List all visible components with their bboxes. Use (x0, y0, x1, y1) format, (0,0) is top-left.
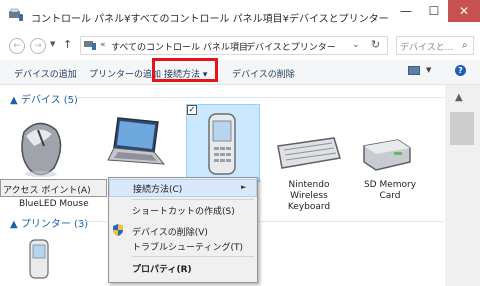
laptop-icon[interactable] (104, 114, 168, 172)
scroll-up-icon[interactable]: ▲ (455, 92, 463, 103)
devices-group-header[interactable]: ▲ デバイス (5) (10, 91, 78, 106)
scrollbar-thumb[interactable] (450, 112, 474, 145)
menu-item-connect-label: 接続方法(C) (133, 184, 183, 195)
add-printer-button[interactable]: プリンターの追加 (89, 67, 161, 80)
menu-item-troubleshoot[interactable]: トラブルシューティング(T) (109, 237, 257, 255)
menu-item-remove-device-label: デバイスの削除(V) (132, 227, 208, 238)
close-button[interactable]: ✕ (448, 0, 480, 22)
window-title: コントロール パネル¥すべてのコントロール パネル項目¥デバイスとプリンター (31, 14, 389, 25)
menu-item-create-shortcut-label: ショートカットの作成(S) (132, 206, 235, 217)
add-device-button[interactable]: デバイスの追加 (14, 67, 77, 80)
connect-highlight-box (152, 58, 218, 82)
breadcrumb-separator[interactable]: › (236, 40, 240, 50)
menu-item-properties[interactable]: プロパティ(R) (109, 259, 257, 277)
printers-group-header[interactable]: ▲ プリンター (3) (10, 215, 88, 230)
remove-device-button[interactable]: デバイスの削除 (232, 67, 295, 80)
help-icon[interactable]: ? (455, 65, 466, 76)
breadcrumb-overflow[interactable]: « (100, 40, 106, 50)
menu-separator (132, 199, 254, 200)
search-placeholder: デバイスと... (400, 43, 454, 53)
breadcrumb-all-items[interactable]: すべてのコントロール パネル項目 (111, 40, 248, 53)
menu-item-properties-label: プロパティ(R) (132, 264, 192, 275)
keyboard-icon[interactable] (272, 134, 342, 174)
history-dropdown-icon[interactable]: ▼ (50, 40, 55, 48)
device-checkbox[interactable]: ✓ (187, 105, 197, 115)
change-view-icon[interactable] (408, 66, 420, 75)
sd-card-icon[interactable] (358, 136, 414, 176)
address-dropdown-icon[interactable]: ⌄ (352, 40, 360, 50)
control-panel-icon (84, 41, 96, 50)
submenu-arrow-icon: ► (241, 183, 247, 191)
refresh-button[interactable]: ↻ (371, 38, 380, 51)
forward-button[interactable]: → (30, 38, 46, 54)
up-button[interactable]: ↑ (63, 38, 72, 51)
mouse-icon[interactable] (14, 112, 68, 182)
back-button[interactable]: ← (9, 38, 25, 54)
printer-device-icon[interactable] (28, 238, 50, 280)
search-icon[interactable]: ⌕ (462, 40, 468, 51)
menu-item-troubleshoot-label: トラブルシューティング(T) (132, 242, 243, 253)
submenu-access-point[interactable]: アクセス ポイント(A) (3, 183, 91, 196)
device-label-mouse: BlueLED Mouse (19, 199, 89, 209)
device-label-sd-card: SD Memory Card (363, 180, 417, 201)
device-label-keyboard: Nintendo Wireless Keyboard (287, 180, 331, 212)
devices-group-divider (76, 97, 444, 98)
menu-separator (132, 256, 254, 257)
breadcrumb-devices-printers[interactable]: デバイスとプリンター (246, 40, 336, 53)
menu-item-create-shortcut[interactable]: ショートカットの作成(S) (109, 201, 257, 219)
menu-item-connect[interactable]: 接続方法(C) (109, 179, 257, 197)
maximize-button[interactable]: ☐ (420, 0, 448, 22)
phone-icon[interactable] (205, 112, 239, 176)
devices-printers-icon (9, 8, 23, 21)
view-dropdown-icon[interactable]: ▼ (426, 66, 431, 74)
minimize-button[interactable]: — (392, 0, 420, 22)
